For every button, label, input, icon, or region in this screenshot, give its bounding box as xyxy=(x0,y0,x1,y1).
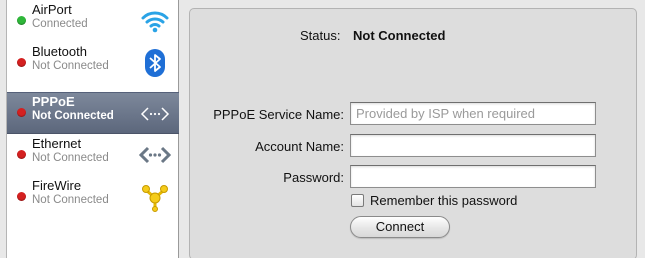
service-status: Not Connected xyxy=(32,110,114,122)
status-dot-red xyxy=(17,150,26,159)
service-name: Ethernet xyxy=(32,136,82,151)
status-dot-red xyxy=(17,108,26,117)
service-item-firewire[interactable]: FireWire Not Connected xyxy=(7,176,179,218)
service-item-bluetooth[interactable]: Bluetooth Not Connected xyxy=(7,42,179,84)
account-name-input[interactable] xyxy=(350,134,596,157)
password-label: Password: xyxy=(283,170,344,185)
service-item-ethernet[interactable]: Ethernet Not Connected xyxy=(7,134,179,176)
service-list: AirPort Connected Bluetooth Not Connecte… xyxy=(6,0,179,258)
status-dot-red xyxy=(17,58,26,67)
service-item-airport[interactable]: AirPort Connected xyxy=(7,0,179,42)
service-name-input[interactable] xyxy=(350,102,596,125)
service-status: Not Connected xyxy=(32,194,109,206)
service-name-label: PPPoE Service Name: xyxy=(213,107,344,122)
service-item-pppoe[interactable]: PPPoE Not Connected xyxy=(7,92,179,134)
remember-password-label[interactable]: Remember this password xyxy=(370,193,517,208)
remember-password-checkbox[interactable] xyxy=(351,194,364,207)
service-name: Bluetooth xyxy=(32,44,87,59)
account-name-label: Account Name: xyxy=(255,139,344,154)
connect-button[interactable]: Connect xyxy=(350,216,450,238)
status-label: Status: xyxy=(300,28,341,43)
status-dot-red xyxy=(17,192,26,201)
password-input[interactable] xyxy=(350,165,596,188)
status-value: Not Connected xyxy=(353,28,446,43)
service-name: PPPoE xyxy=(32,94,75,109)
firewire-icon xyxy=(142,185,168,212)
pppoe-icon xyxy=(140,107,170,121)
service-name: AirPort xyxy=(32,2,72,17)
service-status: Not Connected xyxy=(32,60,109,72)
bluetooth-icon xyxy=(145,49,165,77)
ethernet-icon xyxy=(139,146,171,164)
service-status: Not Connected xyxy=(32,152,109,164)
status-dot-green xyxy=(17,16,26,25)
service-status: Connected xyxy=(32,18,88,30)
wifi-icon xyxy=(141,11,169,33)
service-name: FireWire xyxy=(32,178,82,193)
